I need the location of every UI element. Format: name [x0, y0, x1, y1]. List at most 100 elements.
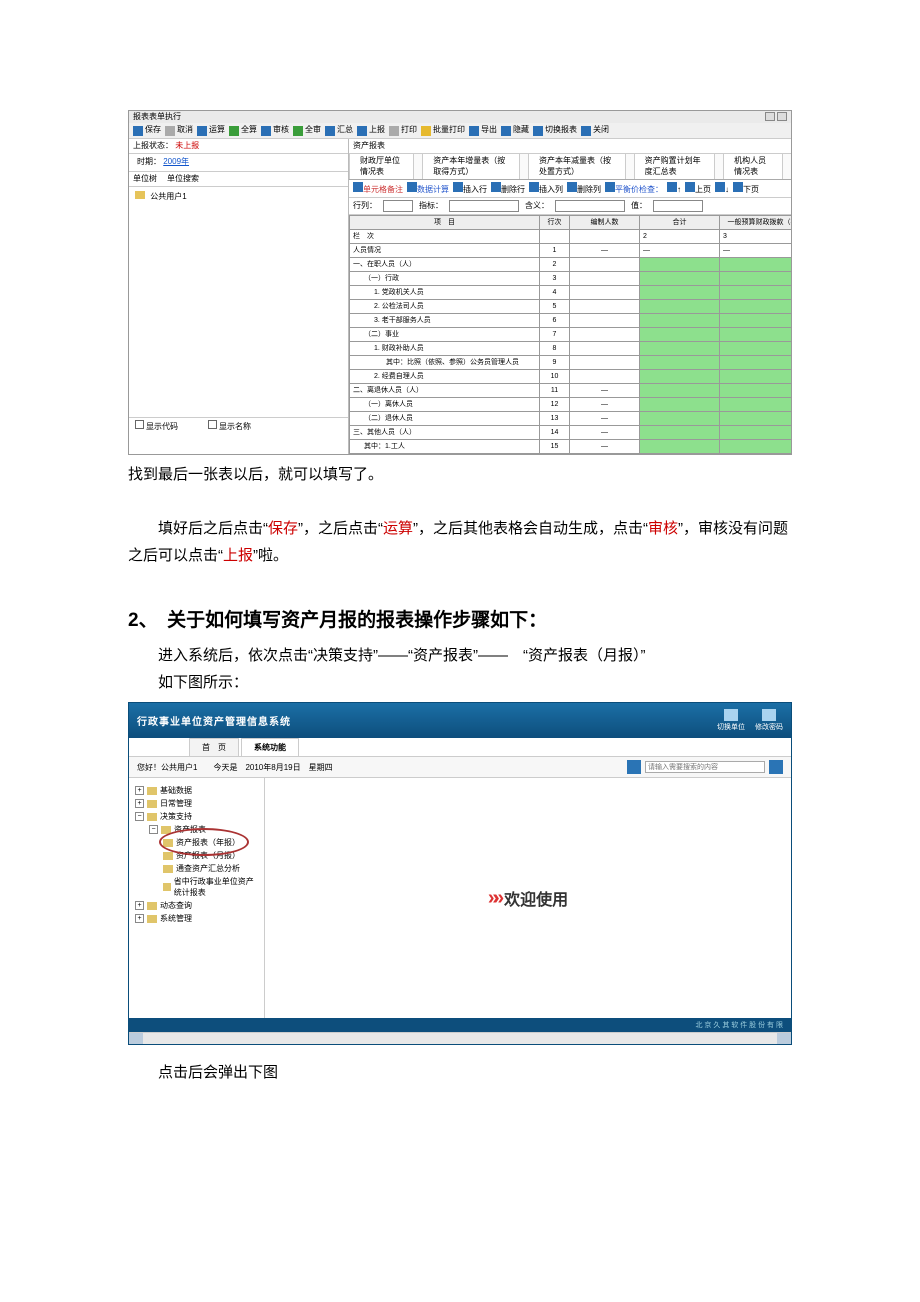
scroll-right-icon[interactable] — [777, 1033, 791, 1044]
cell-yiban[interactable] — [720, 356, 792, 370]
cell-yiban[interactable] — [720, 384, 792, 398]
cell-heji[interactable] — [640, 356, 720, 370]
cell-heji[interactable]: 2 — [640, 230, 720, 244]
cell-bianzhi[interactable]: — — [570, 426, 640, 440]
cell-yiban[interactable] — [720, 314, 792, 328]
cell-yiban[interactable] — [720, 342, 792, 356]
cell-heji[interactable] — [640, 328, 720, 342]
cell-heji[interactable] — [640, 440, 720, 454]
report-tab[interactable]: 机构人员情况表 — [723, 154, 783, 179]
expand-icon[interactable]: − — [135, 812, 144, 821]
cell-yiban[interactable]: — — [720, 244, 792, 258]
cell-yiban[interactable] — [720, 370, 792, 384]
show-name-checkbox[interactable]: 显示名称 — [208, 420, 251, 432]
cell-bianzhi[interactable] — [570, 356, 640, 370]
report-tab[interactable]: 资产本年减量表（按处置方式） — [528, 154, 626, 179]
cell-bianzhi[interactable] — [570, 286, 640, 300]
tree-item[interactable]: 资产报表（年报） — [133, 836, 260, 849]
tree-root[interactable]: 公共用户1 — [150, 192, 186, 201]
cell-heji[interactable] — [640, 370, 720, 384]
subtool-item[interactable]: 下页 — [733, 182, 759, 195]
cell-heji[interactable] — [640, 258, 720, 272]
cell-heji[interactable] — [640, 398, 720, 412]
tab-system[interactable]: 系统功能 — [241, 738, 299, 756]
cell-heji[interactable] — [640, 314, 720, 328]
cell-bianzhi[interactable] — [570, 272, 640, 286]
meaning-input[interactable] — [555, 200, 625, 212]
cell-bianzhi[interactable] — [570, 258, 640, 272]
cell-heji[interactable] — [640, 384, 720, 398]
cell-yiban[interactable] — [720, 258, 792, 272]
toolbar-汇总[interactable]: 汇总 — [325, 125, 353, 135]
maximize-icon[interactable] — [777, 112, 787, 121]
scroll-left-icon[interactable] — [129, 1033, 143, 1044]
expand-icon[interactable]: − — [149, 825, 158, 834]
cell-bianzhi[interactable] — [570, 342, 640, 356]
toolbar-审核[interactable]: 审核 — [261, 125, 289, 135]
toolbar-保存[interactable]: 保存 — [133, 125, 161, 135]
header-action[interactable]: 修改密码 — [755, 709, 783, 732]
subtool-item[interactable]: 上页 — [685, 182, 711, 195]
cell-heji[interactable] — [640, 300, 720, 314]
cell-yiban[interactable]: 3 — [720, 230, 792, 244]
toolbar-打印[interactable]: 打印 — [389, 125, 417, 135]
subtool-item[interactable]: ↓ — [715, 182, 729, 195]
toolbar-全算[interactable]: 全算 — [229, 125, 257, 135]
header-action[interactable]: 切换单位 — [717, 709, 745, 732]
subtool-item[interactable]: 平衡价检查： — [605, 182, 663, 195]
show-code-checkbox[interactable]: 显示代码 — [135, 420, 178, 432]
search-input[interactable] — [645, 761, 765, 773]
cell-heji[interactable] — [640, 272, 720, 286]
tree-item[interactable]: +基础数据 — [133, 784, 260, 797]
toolbar-关闭[interactable]: 关闭 — [581, 125, 609, 135]
tree-item[interactable]: −决策支持 — [133, 810, 260, 823]
unit-tree-tab[interactable]: 单位树 — [133, 174, 157, 184]
scrollbar[interactable] — [129, 1032, 791, 1044]
expand-icon[interactable]: + — [135, 799, 144, 808]
tree-item[interactable]: 省中行政事业单位资产统计报表 — [133, 875, 260, 899]
toolbar-上报[interactable]: 上报 — [357, 125, 385, 135]
cell-yiban[interactable] — [720, 412, 792, 426]
cell-heji[interactable] — [640, 286, 720, 300]
cell-heji[interactable] — [640, 412, 720, 426]
subtool-item[interactable]: 删除行 — [491, 182, 525, 195]
tree-item[interactable]: +系统管理 — [133, 912, 260, 925]
cell-bianzhi[interactable] — [570, 300, 640, 314]
expand-icon[interactable]: + — [135, 786, 144, 795]
subtool-item[interactable]: 插入列 — [529, 182, 563, 195]
tree-item[interactable]: 通查资产汇总分析 — [133, 862, 260, 875]
tree-item[interactable]: 资产报表（月报） — [133, 849, 260, 862]
cell-heji[interactable] — [640, 426, 720, 440]
toolbar-隐藏[interactable]: 隐藏 — [501, 125, 529, 135]
cell-yiban[interactable] — [720, 426, 792, 440]
subtool-item[interactable]: 单元格备注 — [353, 182, 403, 195]
unit-search-tab[interactable]: 单位搜索 — [167, 174, 199, 184]
cell-bianzhi[interactable] — [570, 314, 640, 328]
report-tab[interactable]: 资产购置计划年度汇总表 — [634, 154, 715, 179]
cell-yiban[interactable] — [720, 328, 792, 342]
time-link[interactable]: 2009年 — [163, 157, 189, 166]
indicator-input[interactable] — [449, 200, 519, 212]
report-tab[interactable]: 财政厅单位情况表 — [349, 154, 414, 179]
toolbar-批量打印[interactable]: 批量打印 — [421, 125, 465, 135]
value-input[interactable] — [653, 200, 703, 212]
toolbar-导出[interactable]: 导出 — [469, 125, 497, 135]
toolbar-全审[interactable]: 全审 — [293, 125, 321, 135]
subtool-item[interactable]: ↑ — [667, 182, 681, 195]
expand-icon[interactable]: + — [135, 901, 144, 910]
minimize-icon[interactable] — [765, 112, 775, 121]
toolbar-切换报表[interactable]: 切换报表 — [533, 125, 577, 135]
tree-item[interactable]: −资产报表 — [133, 823, 260, 836]
cell-yiban[interactable] — [720, 440, 792, 454]
cell-bianzhi[interactable]: — — [570, 398, 640, 412]
expand-icon[interactable]: + — [135, 914, 144, 923]
cell-bianzhi[interactable]: — — [570, 440, 640, 454]
subtool-item[interactable]: 删除列 — [567, 182, 601, 195]
tree-item[interactable]: +动态查询 — [133, 899, 260, 912]
cell-yiban[interactable] — [720, 286, 792, 300]
cell-heji[interactable]: — — [640, 244, 720, 258]
cell-bianzhi[interactable] — [570, 230, 640, 244]
tab-home[interactable]: 首 页 — [189, 738, 239, 756]
cell-heji[interactable] — [640, 342, 720, 356]
report-tab[interactable]: 资产本年增量表（按取得方式） — [422, 154, 520, 179]
